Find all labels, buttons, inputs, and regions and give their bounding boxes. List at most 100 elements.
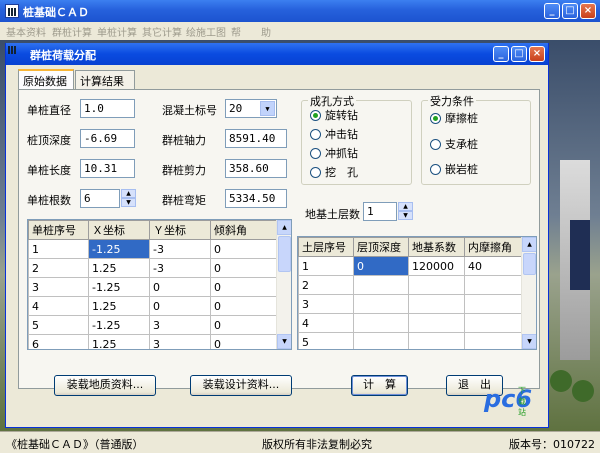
menu-item-single-pile[interactable]: 单桩计算	[97, 24, 137, 39]
main-close-button[interactable]: ×	[580, 3, 596, 19]
radio-unchecked-icon[interactable]	[430, 164, 441, 175]
table-cell[interactable]: 0	[210, 334, 279, 349]
spin-down-icon[interactable]: ▼	[398, 211, 413, 220]
table-cell[interactable]	[353, 313, 409, 333]
axial-force-input[interactable]: 8591.40	[225, 129, 287, 148]
table-cell[interactable]: 0	[149, 296, 211, 316]
table-cell[interactable]	[464, 332, 523, 349]
table-cell[interactable]: 3	[149, 315, 211, 335]
soil-layers-input[interactable]: 1	[363, 202, 397, 221]
radio-checked-icon[interactable]	[430, 113, 441, 124]
soil-grid-scrollbar[interactable]: ▲ ▼	[521, 237, 536, 349]
radio-grab-drill[interactable]: 冲抓钻	[310, 145, 358, 161]
table-cell[interactable]	[408, 275, 465, 295]
radio-rock-socketed-pile[interactable]: 嵌岩桩	[430, 161, 478, 177]
table-cell[interactable]: -3	[149, 239, 211, 259]
table-cell[interactable]: 0	[210, 258, 279, 278]
table-cell[interactable]: 0	[210, 315, 279, 335]
menu-item-help[interactable]: 帮 助	[231, 24, 271, 39]
count-spinner[interactable]: ▲ ▼	[121, 189, 136, 208]
soil-layers-spinner[interactable]: ▲ ▼	[398, 202, 413, 221]
spin-down-icon[interactable]: ▼	[121, 198, 136, 207]
table-cell[interactable]: 1	[28, 239, 89, 259]
column-header[interactable]: 地基系数	[408, 237, 465, 257]
pile-coordinates-grid[interactable]: 单桩序号 Ｘ坐标 Ｙ坐标 倾斜角 1 -1.25 -3 0 2 1.25 -3 …	[27, 219, 292, 350]
dropdown-arrow-icon[interactable]: ▼	[260, 101, 275, 116]
table-cell[interactable]: 5	[28, 315, 89, 335]
table-cell[interactable]	[353, 332, 409, 349]
column-header[interactable]: 层顶深度	[353, 237, 409, 257]
table-cell[interactable]: 0	[210, 296, 279, 316]
table-cell[interactable]: 40	[464, 256, 523, 276]
radio-unchecked-icon[interactable]	[430, 139, 441, 150]
table-cell[interactable]	[464, 294, 523, 314]
app-icon[interactable]	[5, 4, 19, 18]
table-cell[interactable]	[408, 294, 465, 314]
load-geology-button[interactable]: 装载地质资料...	[54, 375, 156, 396]
table-cell[interactable]	[408, 313, 465, 333]
table-cell[interactable]	[353, 294, 409, 314]
dialog-title-bar[interactable]: 群桩荷载分配 _ □ ×	[6, 43, 548, 65]
column-header[interactable]: Ｘ坐标	[88, 220, 150, 240]
table-cell[interactable]: 4	[28, 296, 89, 316]
table-cell[interactable]: 0	[149, 277, 211, 297]
scroll-up-icon[interactable]: ▲	[277, 220, 291, 235]
radio-unchecked-icon[interactable]	[310, 129, 321, 140]
tab-results[interactable]: 计算结果	[75, 70, 135, 89]
table-cell[interactable]: 1.25	[88, 258, 150, 278]
load-design-button[interactable]: 装载设计资料...	[190, 375, 292, 396]
dialog-close-button[interactable]: ×	[529, 46, 545, 62]
radio-unchecked-icon[interactable]	[310, 148, 321, 159]
menu-item-group-pile[interactable]: 群桩计算	[52, 24, 92, 39]
main-title-bar[interactable]: 桩基础ＣＡＤ _ □ ×	[0, 0, 600, 22]
tab-raw-data[interactable]: 原始数据	[18, 69, 74, 90]
dialog-maximize-button[interactable]: □	[511, 46, 527, 62]
spin-up-icon[interactable]: ▲	[121, 189, 136, 198]
table-cell[interactable]: 2	[298, 275, 354, 295]
soil-layers-grid[interactable]: 土层序号 层顶深度 地基系数 内摩擦角 1 0 120000 40 2 3 4 …	[297, 236, 537, 350]
table-cell[interactable]: 1.25	[88, 296, 150, 316]
column-header[interactable]: 内摩擦角	[464, 237, 523, 257]
scroll-up-icon[interactable]: ▲	[522, 237, 536, 252]
column-header[interactable]: Ｙ坐标	[149, 220, 211, 240]
table-cell[interactable]: 0	[210, 277, 279, 297]
table-cell[interactable]: 120000	[408, 256, 465, 276]
table-cell[interactable]	[408, 332, 465, 349]
table-cell[interactable]: 3	[298, 294, 354, 314]
table-cell[interactable]: -1.25	[88, 315, 150, 335]
radio-percussion-drill[interactable]: 冲击钻	[310, 126, 358, 142]
main-maximize-button[interactable]: □	[562, 3, 578, 19]
scroll-thumb[interactable]	[523, 253, 536, 275]
column-header[interactable]: 单桩序号	[28, 220, 89, 240]
dialog-minimize-button[interactable]: _	[493, 46, 509, 62]
radio-manual-dig[interactable]: 挖 孔	[310, 164, 358, 180]
radio-unchecked-icon[interactable]	[310, 167, 321, 178]
table-cell[interactable]: -3	[149, 258, 211, 278]
column-header[interactable]: 倾斜角	[210, 220, 279, 240]
table-cell[interactable]: 1	[298, 256, 354, 276]
menu-item-other-calc[interactable]: 其它计算	[142, 24, 182, 39]
column-header[interactable]: 土层序号	[298, 237, 354, 257]
table-cell[interactable]	[464, 313, 523, 333]
scroll-thumb[interactable]	[278, 236, 291, 272]
scroll-down-icon[interactable]: ▼	[522, 334, 536, 349]
pile-grid-scrollbar[interactable]: ▲ ▼	[276, 220, 291, 349]
count-input[interactable]: 6	[80, 189, 120, 208]
table-cell[interactable]: -1.25	[88, 277, 150, 297]
moment-input[interactable]: 5334.50	[225, 189, 287, 208]
table-cell-selected[interactable]: 0	[353, 256, 409, 276]
table-cell[interactable]: 6	[28, 334, 89, 349]
radio-end-bearing-pile[interactable]: 支承桩	[430, 136, 478, 152]
table-cell-selected[interactable]: -1.25	[88, 239, 150, 259]
radio-checked-icon[interactable]	[310, 110, 321, 121]
table-cell[interactable]: 4	[298, 313, 354, 333]
scroll-down-icon[interactable]: ▼	[277, 334, 291, 349]
length-input[interactable]: 10.31	[80, 159, 135, 178]
table-cell[interactable]: 2	[28, 258, 89, 278]
radio-rotary-drill[interactable]: 旋转钻	[310, 107, 358, 123]
table-cell[interactable]: 3	[149, 334, 211, 349]
menu-item-basic-data[interactable]: 基本资料	[6, 24, 46, 39]
menu-item-drawings[interactable]: 绘施工图	[186, 24, 226, 39]
table-cell[interactable]	[353, 275, 409, 295]
table-cell[interactable]	[464, 275, 523, 295]
